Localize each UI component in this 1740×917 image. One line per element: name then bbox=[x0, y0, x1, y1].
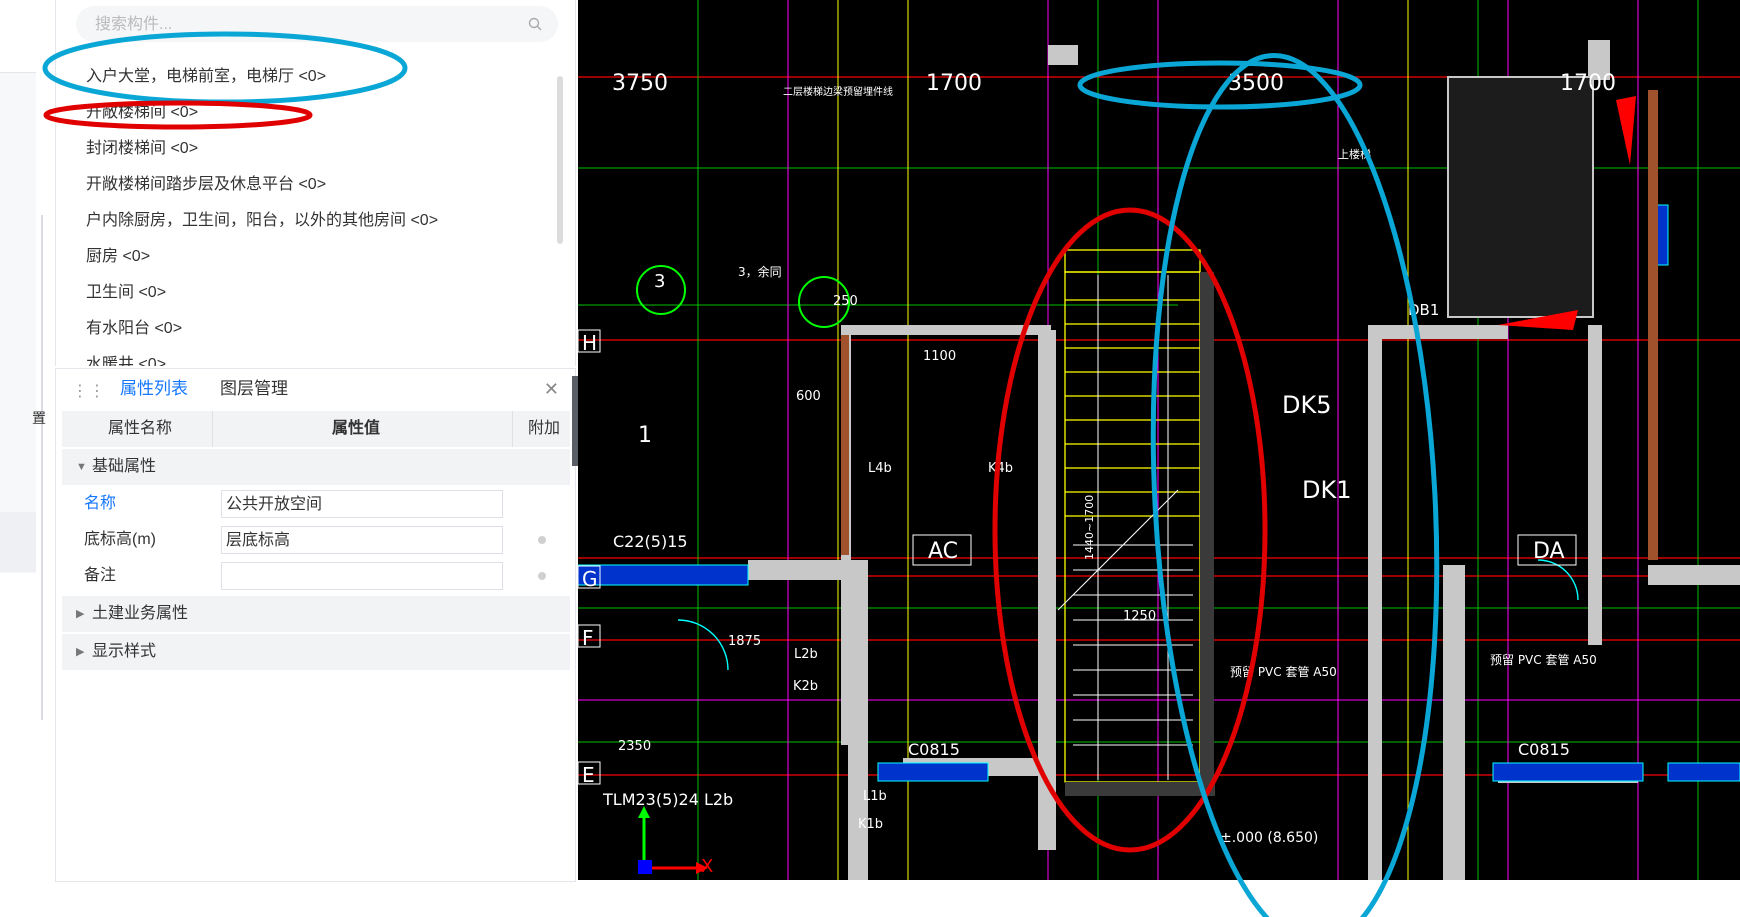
label-pvc-a: 预留 PVC 套管 A50 bbox=[1230, 664, 1337, 679]
left-sidebar-strip: 置 bbox=[0, 0, 48, 880]
label-three: 3 bbox=[654, 271, 665, 292]
extra-checkbox[interactable] bbox=[538, 536, 546, 544]
axis-label-f: F bbox=[582, 626, 594, 650]
label-l4b: L4b bbox=[868, 461, 892, 476]
caret-right-icon: ▶ bbox=[76, 608, 85, 620]
label-db1: DB1 bbox=[1408, 301, 1439, 319]
dim-3500: 3500 bbox=[1228, 71, 1284, 96]
axis-label-e: E bbox=[582, 763, 595, 787]
property-label: 备注 bbox=[84, 567, 117, 584]
label-c22: C22(5)15 bbox=[613, 532, 688, 551]
stair-landing bbox=[1065, 782, 1215, 796]
label-dk5: DK5 bbox=[1282, 391, 1332, 419]
label-stair-range: 1440~1700 bbox=[1083, 495, 1096, 560]
close-icon[interactable]: ✕ bbox=[544, 380, 559, 398]
component-list: 入户大堂，电梯前室，电梯厅 <0> 开敞楼梯间 <0> 封闭楼梯间 <0> 开敞… bbox=[56, 59, 556, 366]
property-value-field[interactable]: 公共开放空间 bbox=[221, 490, 503, 518]
dim-1700-b: 1700 bbox=[1560, 71, 1616, 96]
property-table-header: 属性名称 属性值 附加 bbox=[62, 411, 570, 447]
label-upstairs: 上楼梯 bbox=[1338, 147, 1371, 161]
property-row-name: 名称 公共开放空间 bbox=[62, 486, 570, 522]
col-header-extra: 附加 bbox=[528, 420, 561, 437]
property-value-field[interactable]: 层底标高 bbox=[221, 526, 503, 554]
group-basic-properties[interactable]: ▼ 基础属性 bbox=[62, 449, 570, 485]
left-strip-scrollbar[interactable] bbox=[41, 215, 43, 720]
component-item-bathroom[interactable]: 卫生间 <0> bbox=[56, 275, 556, 311]
extra-checkbox[interactable] bbox=[538, 572, 546, 580]
label-dk1: DK1 bbox=[1302, 476, 1352, 504]
dim-600: 600 bbox=[796, 389, 821, 404]
property-value-field[interactable] bbox=[221, 562, 503, 590]
small-dimension-texts: 1100 1875 2350 1250 600 250 bbox=[618, 294, 1156, 754]
tab-layer-management[interactable]: 图层管理 bbox=[212, 369, 296, 409]
caret-down-icon: ▼ bbox=[76, 461, 87, 473]
axis-label-h: H bbox=[582, 331, 597, 355]
label-k4b: K4b bbox=[988, 461, 1013, 476]
component-list-panel: 入户大堂，电梯前室，电梯厅 <0> 开敞楼梯间 <0> 封闭楼梯间 <0> 开敞… bbox=[55, 0, 576, 366]
dim-1250: 1250 bbox=[1123, 609, 1156, 624]
property-tabs: ⋮⋮ 属性列表 图层管理 ✕ bbox=[56, 369, 575, 409]
label-da: DA bbox=[1533, 539, 1565, 564]
dim-1700-a: 1700 bbox=[926, 71, 982, 96]
search-icon[interactable] bbox=[528, 17, 542, 31]
component-item-plumbing-shaft[interactable]: 水暖井 <0> bbox=[56, 347, 556, 366]
cad-drawing: H G F E 3750 1700 3500 1700 1100 1875 23… bbox=[578, 0, 1740, 880]
component-item-open-stairwell[interactable]: 开敞楼梯间 <0> bbox=[56, 95, 556, 131]
group-display-style[interactable]: ▶ 显示样式 bbox=[62, 634, 570, 670]
label-elevation: ±.000 (8.650) bbox=[1220, 830, 1318, 846]
dim-3750: 3750 bbox=[612, 71, 668, 96]
left-strip-label: 置 bbox=[32, 410, 46, 426]
group-civil-properties[interactable]: ▶ 土建业务属性 bbox=[62, 596, 570, 632]
component-item-stair-steps[interactable]: 开敞楼梯间踏步层及休息平台 <0> bbox=[56, 167, 556, 203]
cad-drawing-canvas[interactable]: H G F E 3750 1700 3500 1700 1100 1875 23… bbox=[578, 0, 1740, 880]
label-c0815-b: C0815 bbox=[1518, 740, 1570, 759]
component-item-lobby[interactable]: 入户大堂，电梯前室，电梯厅 <0> bbox=[56, 59, 556, 95]
dim-1100: 1100 bbox=[923, 349, 956, 364]
left-strip-panel bbox=[0, 72, 36, 573]
caret-right-icon: ▶ bbox=[76, 646, 85, 658]
component-item-kitchen[interactable]: 厨房 <0> bbox=[56, 239, 556, 275]
stair-wall bbox=[1200, 272, 1214, 782]
hatched-room bbox=[1447, 76, 1594, 318]
search-box[interactable] bbox=[76, 6, 558, 44]
col-header-value: 属性值 bbox=[332, 420, 381, 437]
component-item-other-rooms[interactable]: 户内除厨房，卫生间，阳台，以外的其他房间 <0> bbox=[56, 203, 556, 239]
property-row-remark: 备注 bbox=[62, 558, 570, 594]
label-l1b: L1b bbox=[863, 789, 887, 804]
ucs-x-label: X bbox=[701, 856, 713, 877]
search-input[interactable] bbox=[93, 6, 527, 44]
ucs-icon: X Y bbox=[638, 806, 713, 877]
property-row-bottom-elevation: 底标高(m) 层底标高 bbox=[62, 522, 570, 558]
tab-property-list[interactable]: 属性列表 bbox=[112, 369, 196, 409]
label-c0815-a: C0815 bbox=[908, 740, 960, 759]
dim-250: 250 bbox=[833, 294, 858, 309]
label-three-note: 3，余同 bbox=[738, 264, 782, 279]
label-l2b: L2b bbox=[794, 647, 818, 662]
component-list-scrollbar[interactable] bbox=[557, 76, 563, 244]
left-strip-highlight[interactable] bbox=[0, 512, 36, 572]
label-pvc-b: 预留 PVC 套管 A50 bbox=[1490, 652, 1597, 667]
property-panel: ⋮⋮ 属性列表 图层管理 ✕ 属性名称 属性值 附加 ▼ 基础属性 名称 公共开… bbox=[55, 368, 576, 882]
label-k2b: K2b bbox=[793, 679, 818, 694]
property-label: 名称 bbox=[84, 495, 117, 512]
axis-markers bbox=[578, 329, 601, 785]
stair-lower-treads bbox=[1057, 275, 1193, 780]
label-note-top: 二层楼梯边梁预留埋件线 bbox=[783, 85, 893, 98]
label-one: 1 bbox=[638, 423, 652, 448]
component-item-closed-stairwell[interactable]: 封闭楼梯间 <0> bbox=[56, 131, 556, 167]
axis-label-g: G bbox=[582, 567, 598, 591]
label-tlm: TLM23(5)24 L2b bbox=[602, 790, 733, 809]
label-ac: AC bbox=[928, 539, 958, 564]
drag-handle-icon[interactable]: ⋮⋮ bbox=[72, 381, 106, 401]
dim-1875: 1875 bbox=[728, 634, 761, 649]
property-label: 底标高(m) bbox=[84, 531, 156, 548]
col-header-name: 属性名称 bbox=[108, 420, 173, 437]
component-item-wet-balcony[interactable]: 有水阳台 <0> bbox=[56, 311, 556, 347]
dim-2350: 2350 bbox=[618, 739, 651, 754]
label-k1b: K1b bbox=[858, 817, 883, 832]
